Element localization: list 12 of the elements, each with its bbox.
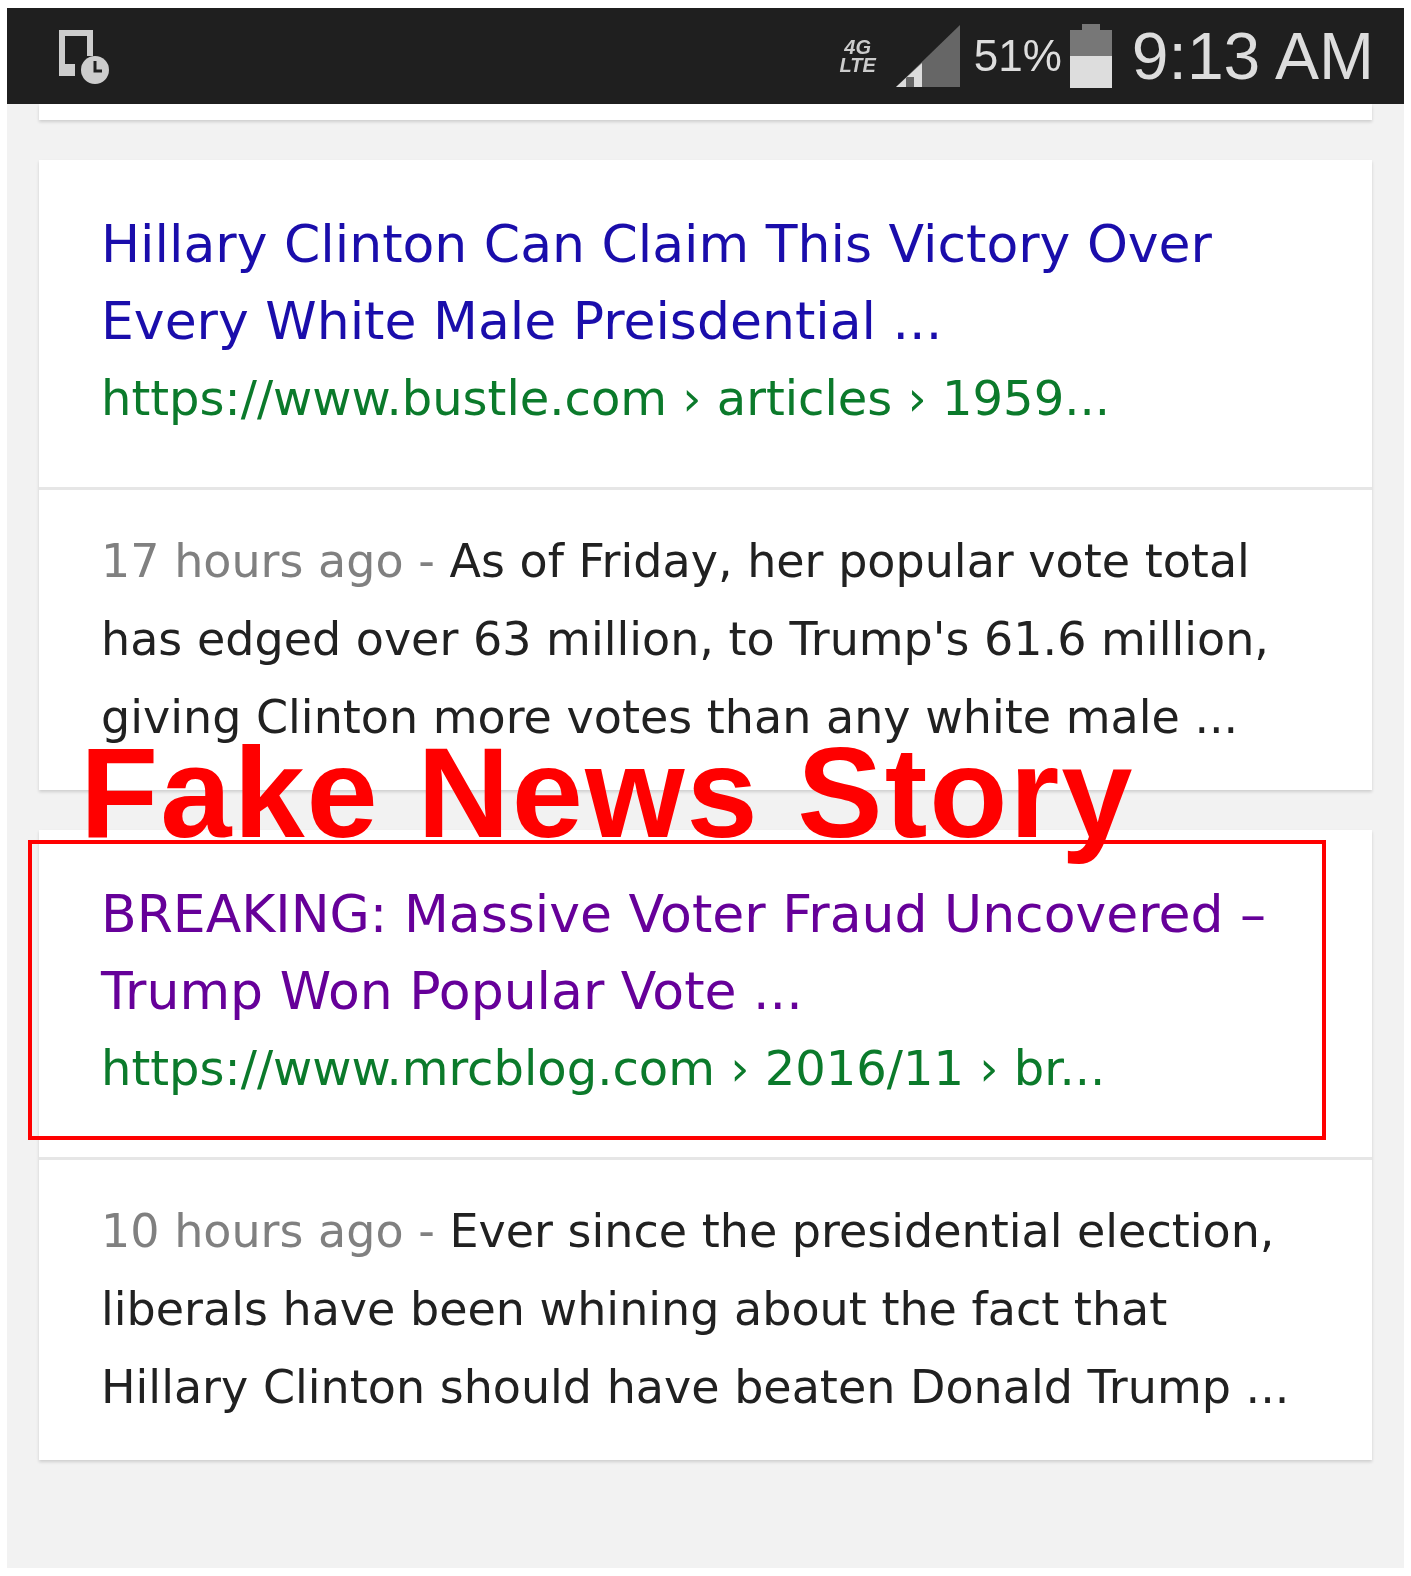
result-url: https://www.bustle.com › articles › 1959... <box>101 369 1111 428</box>
battery-percent: 51% <box>973 31 1062 81</box>
battery-icon <box>1069 24 1112 88</box>
signal-icon <box>895 25 960 87</box>
result-url: https://www.mrcblog.com › 2016/11 › br... <box>101 1039 1107 1098</box>
result-title-link[interactable]: Hillary Clinton Can Claim This Victory Over Every White Male Preisdential ... <box>101 206 1310 360</box>
clock-time: 9:13 AM <box>1131 18 1374 94</box>
result-snippet: 17 hours ago - As of Friday, her popular vote total has edged over 63 million, to Trump's 61.6 million, giving Clinton more votes than any white male ... <box>100 533 1270 744</box>
result-snippet: 10 hours ago - Ever since the presidential election, liberals have been whining about the fact that Hillary Clinton should have beaten Donald Trump ... <box>100 1203 1291 1416</box>
annotation-label: Fake News Story <box>80 745 1135 866</box>
network-type-label: 4G LTE <box>839 38 876 74</box>
result-title-link[interactable]: BREAKING: Massive Voter Fraud Uncovered – Trump Won Popular Vote ... <box>101 876 1310 1030</box>
